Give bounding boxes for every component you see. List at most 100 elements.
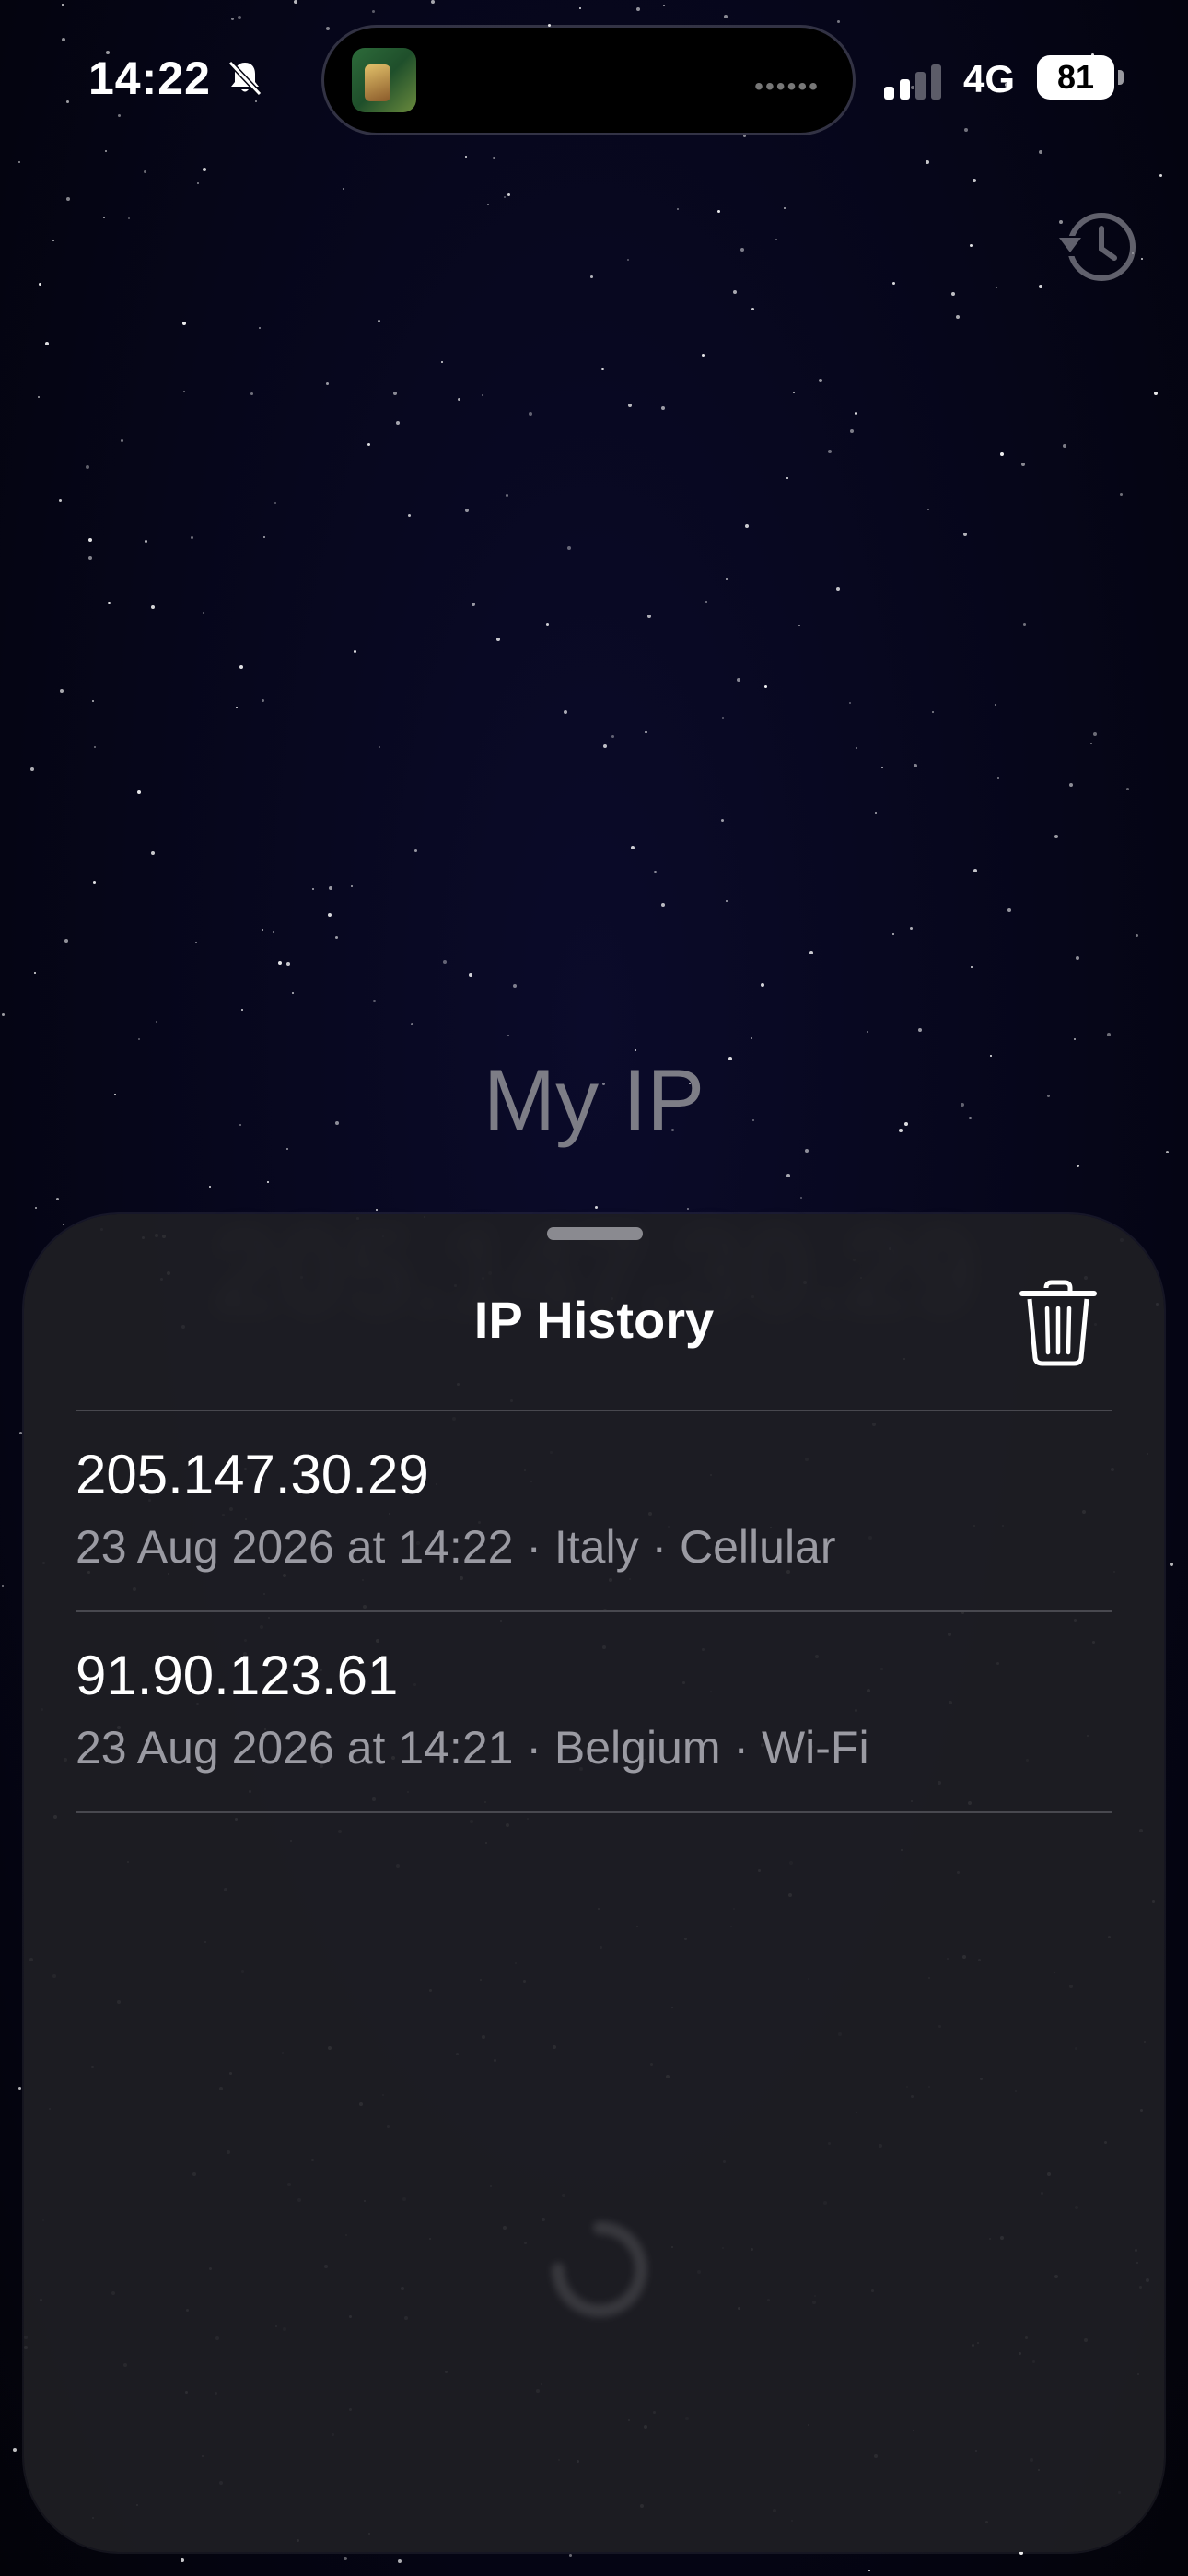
star: [138, 1038, 140, 1040]
star: [956, 315, 960, 319]
star: [784, 207, 786, 209]
star: [856, 747, 857, 749]
star: [326, 382, 329, 385]
star: [1120, 493, 1123, 496]
star: [1074, 1038, 1076, 1040]
star: [292, 992, 294, 994]
now-playing-artwork[interactable]: [352, 48, 416, 112]
star: [793, 392, 795, 393]
star: [717, 210, 720, 213]
star: [103, 217, 105, 218]
star: [351, 885, 353, 887]
star: [286, 962, 290, 966]
sheet-title: IP History: [473, 1291, 715, 1349]
star: [398, 2559, 402, 2563]
star: [18, 2087, 21, 2090]
star: [1090, 743, 1092, 744]
star: [836, 587, 840, 591]
star: [469, 973, 472, 977]
sheet-grabber[interactable]: [547, 1227, 643, 1240]
star: [93, 881, 96, 884]
star: [918, 1028, 922, 1032]
star: [546, 623, 549, 626]
ip-address: 205.147.30.29: [76, 1444, 429, 1505]
star: [344, 2557, 347, 2560]
star: [335, 936, 338, 939]
star: [786, 477, 788, 479]
star: [631, 846, 635, 849]
ip-details: 23 Aug 2026 at 14:22 · Italy · Cellular: [76, 1521, 836, 1573]
star: [1063, 444, 1066, 448]
star: [722, 717, 724, 719]
star: [18, 161, 20, 163]
battery-indicator: 81: [1037, 55, 1124, 100]
star: [513, 984, 517, 988]
star: [627, 259, 629, 261]
star: [995, 704, 996, 706]
star: [156, 1021, 157, 1023]
star: [458, 398, 460, 401]
star: [628, 404, 632, 407]
star: [875, 812, 877, 814]
star: [343, 188, 344, 190]
star: [209, 1186, 211, 1188]
star: [203, 168, 206, 171]
dynamic-island[interactable]: ••••••: [324, 28, 853, 133]
star: [13, 2448, 17, 2452]
star: [472, 603, 475, 606]
star: [373, 1000, 376, 1002]
star: [45, 342, 49, 345]
star: [761, 983, 764, 987]
network-type: 4G: [963, 57, 1016, 100]
star: [849, 702, 851, 704]
star: [973, 869, 977, 872]
history-icon[interactable]: [1054, 201, 1142, 289]
star: [1126, 788, 1129, 790]
star: [1166, 1151, 1169, 1153]
bell-slash-icon: [227, 60, 262, 97]
star: [378, 320, 380, 322]
status-bar: 14:22 •••••• 4G 81: [0, 0, 1188, 157]
star: [181, 2558, 184, 2562]
star: [195, 942, 197, 943]
star: [819, 379, 822, 382]
star: [396, 421, 400, 425]
list-item[interactable]: 205.147.30.29 23 Aug 2026 at 14:22 · Ita…: [76, 1411, 1112, 1610]
status-time: 14:22: [88, 53, 211, 104]
star: [88, 556, 92, 560]
star: [601, 368, 604, 370]
star: [411, 1023, 413, 1025]
signal-icon: [884, 63, 943, 100]
star: [590, 275, 593, 278]
star: [569, 2554, 572, 2557]
star: [262, 929, 263, 931]
star: [775, 239, 777, 240]
trash-icon[interactable]: [1017, 1279, 1100, 1367]
star: [567, 546, 571, 550]
star: [92, 700, 94, 702]
star: [1154, 392, 1158, 395]
list-item[interactable]: 91.90.123.61 23 Aug 2026 at 14:21 · Belg…: [76, 1612, 1112, 1811]
star: [367, 443, 370, 446]
star: [881, 767, 883, 768]
app-title: My IP: [483, 1051, 705, 1148]
star: [963, 533, 967, 536]
star: [408, 514, 411, 517]
star: [52, 240, 54, 241]
star: [996, 287, 997, 288]
star: [443, 960, 447, 964]
star: [191, 536, 193, 539]
star: [236, 707, 238, 708]
star: [661, 406, 665, 410]
star: [997, 777, 999, 779]
star: [973, 179, 976, 182]
star: [868, 2570, 870, 2571]
star: [493, 157, 495, 159]
star: [1136, 934, 1138, 937]
star: [60, 689, 64, 693]
star: [274, 502, 276, 504]
star: [2, 1585, 4, 1587]
star: [379, 746, 380, 748]
star: [506, 494, 508, 497]
star: [2, 1013, 5, 1016]
